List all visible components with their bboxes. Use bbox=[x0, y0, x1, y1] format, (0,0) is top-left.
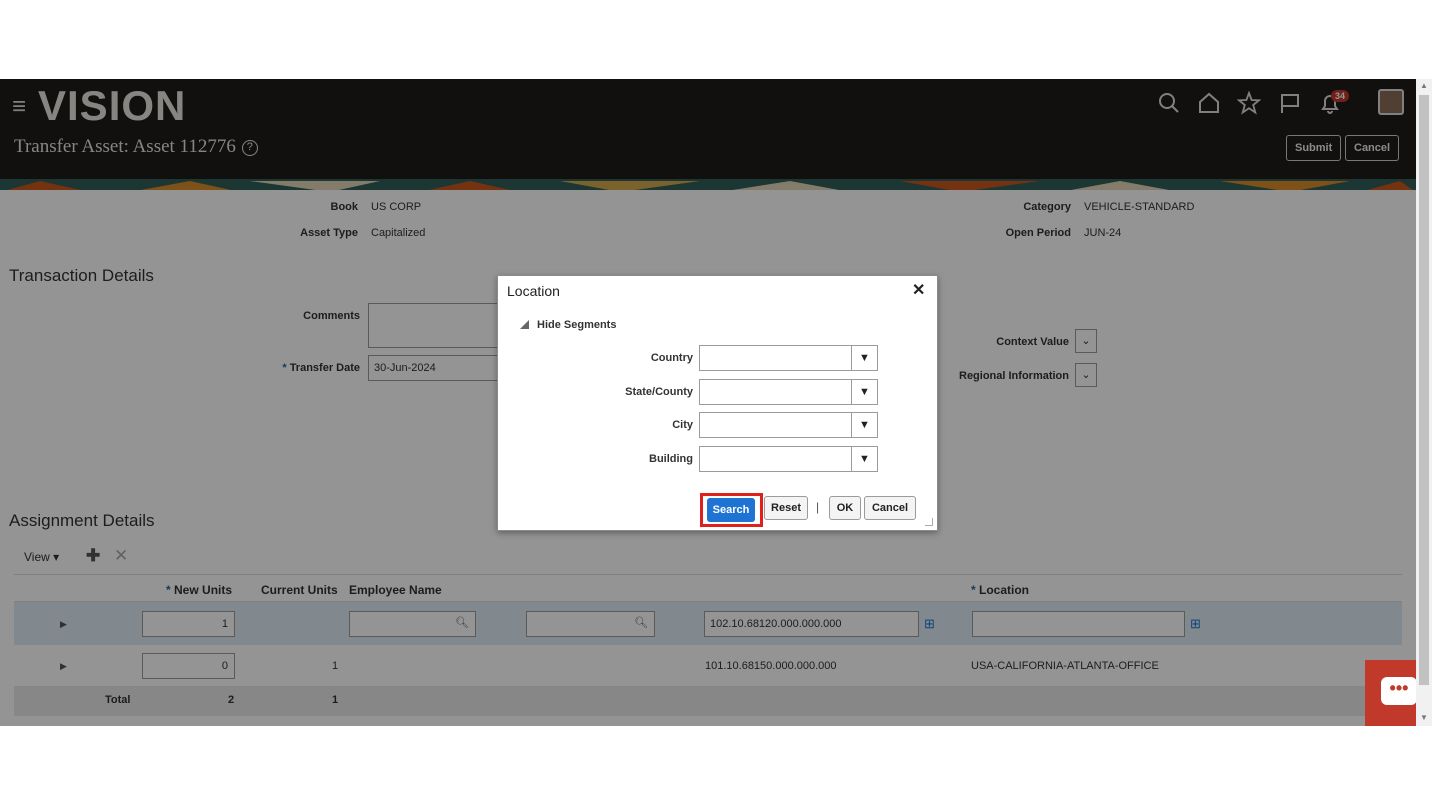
dropdown-arrow-icon[interactable]: ▼ bbox=[851, 346, 877, 370]
building-select[interactable]: ▼ bbox=[699, 446, 878, 472]
collapse-triangle-icon bbox=[520, 320, 529, 329]
dropdown-arrow-icon[interactable]: ▼ bbox=[851, 447, 877, 471]
location-dialog: Location ✕ Hide Segments Country ▼ State… bbox=[497, 275, 938, 531]
hide-segments-toggle[interactable]: Hide Segments bbox=[520, 319, 616, 331]
city-label: City bbox=[672, 419, 693, 431]
dropdown-arrow-icon[interactable]: ▼ bbox=[851, 380, 877, 404]
dropdown-arrow-icon[interactable]: ▼ bbox=[851, 413, 877, 437]
state-county-select[interactable]: ▼ bbox=[699, 379, 878, 405]
scrollbar-thumb[interactable] bbox=[1419, 95, 1429, 685]
scroll-down-icon[interactable]: ▼ bbox=[1420, 713, 1428, 722]
country-select[interactable]: ▼ bbox=[699, 345, 878, 371]
dialog-cancel-button[interactable]: Cancel bbox=[864, 496, 916, 520]
button-separator: | bbox=[816, 500, 820, 514]
city-select[interactable]: ▼ bbox=[699, 412, 878, 438]
building-label: Building bbox=[649, 453, 693, 465]
country-label: Country bbox=[650, 352, 693, 364]
chat-icon[interactable]: ••• bbox=[1381, 677, 1416, 705]
resize-handle[interactable] bbox=[925, 518, 933, 526]
app-frame: ≡ VISION Transfer Asset: Asset 112776? 3… bbox=[0, 79, 1416, 726]
reset-button[interactable]: Reset bbox=[764, 496, 808, 520]
ok-button[interactable]: OK bbox=[829, 496, 861, 520]
chat-launcher[interactable]: ••• bbox=[1365, 660, 1416, 726]
search-button[interactable]: Search bbox=[707, 498, 755, 522]
scroll-up-icon[interactable]: ▲ bbox=[1420, 81, 1428, 90]
close-icon[interactable]: ✕ bbox=[912, 280, 925, 300]
dialog-title: Location bbox=[507, 283, 560, 299]
state-county-label: State/County bbox=[625, 386, 693, 398]
page-scrollbar[interactable]: ▲ ▼ bbox=[1416, 79, 1432, 726]
